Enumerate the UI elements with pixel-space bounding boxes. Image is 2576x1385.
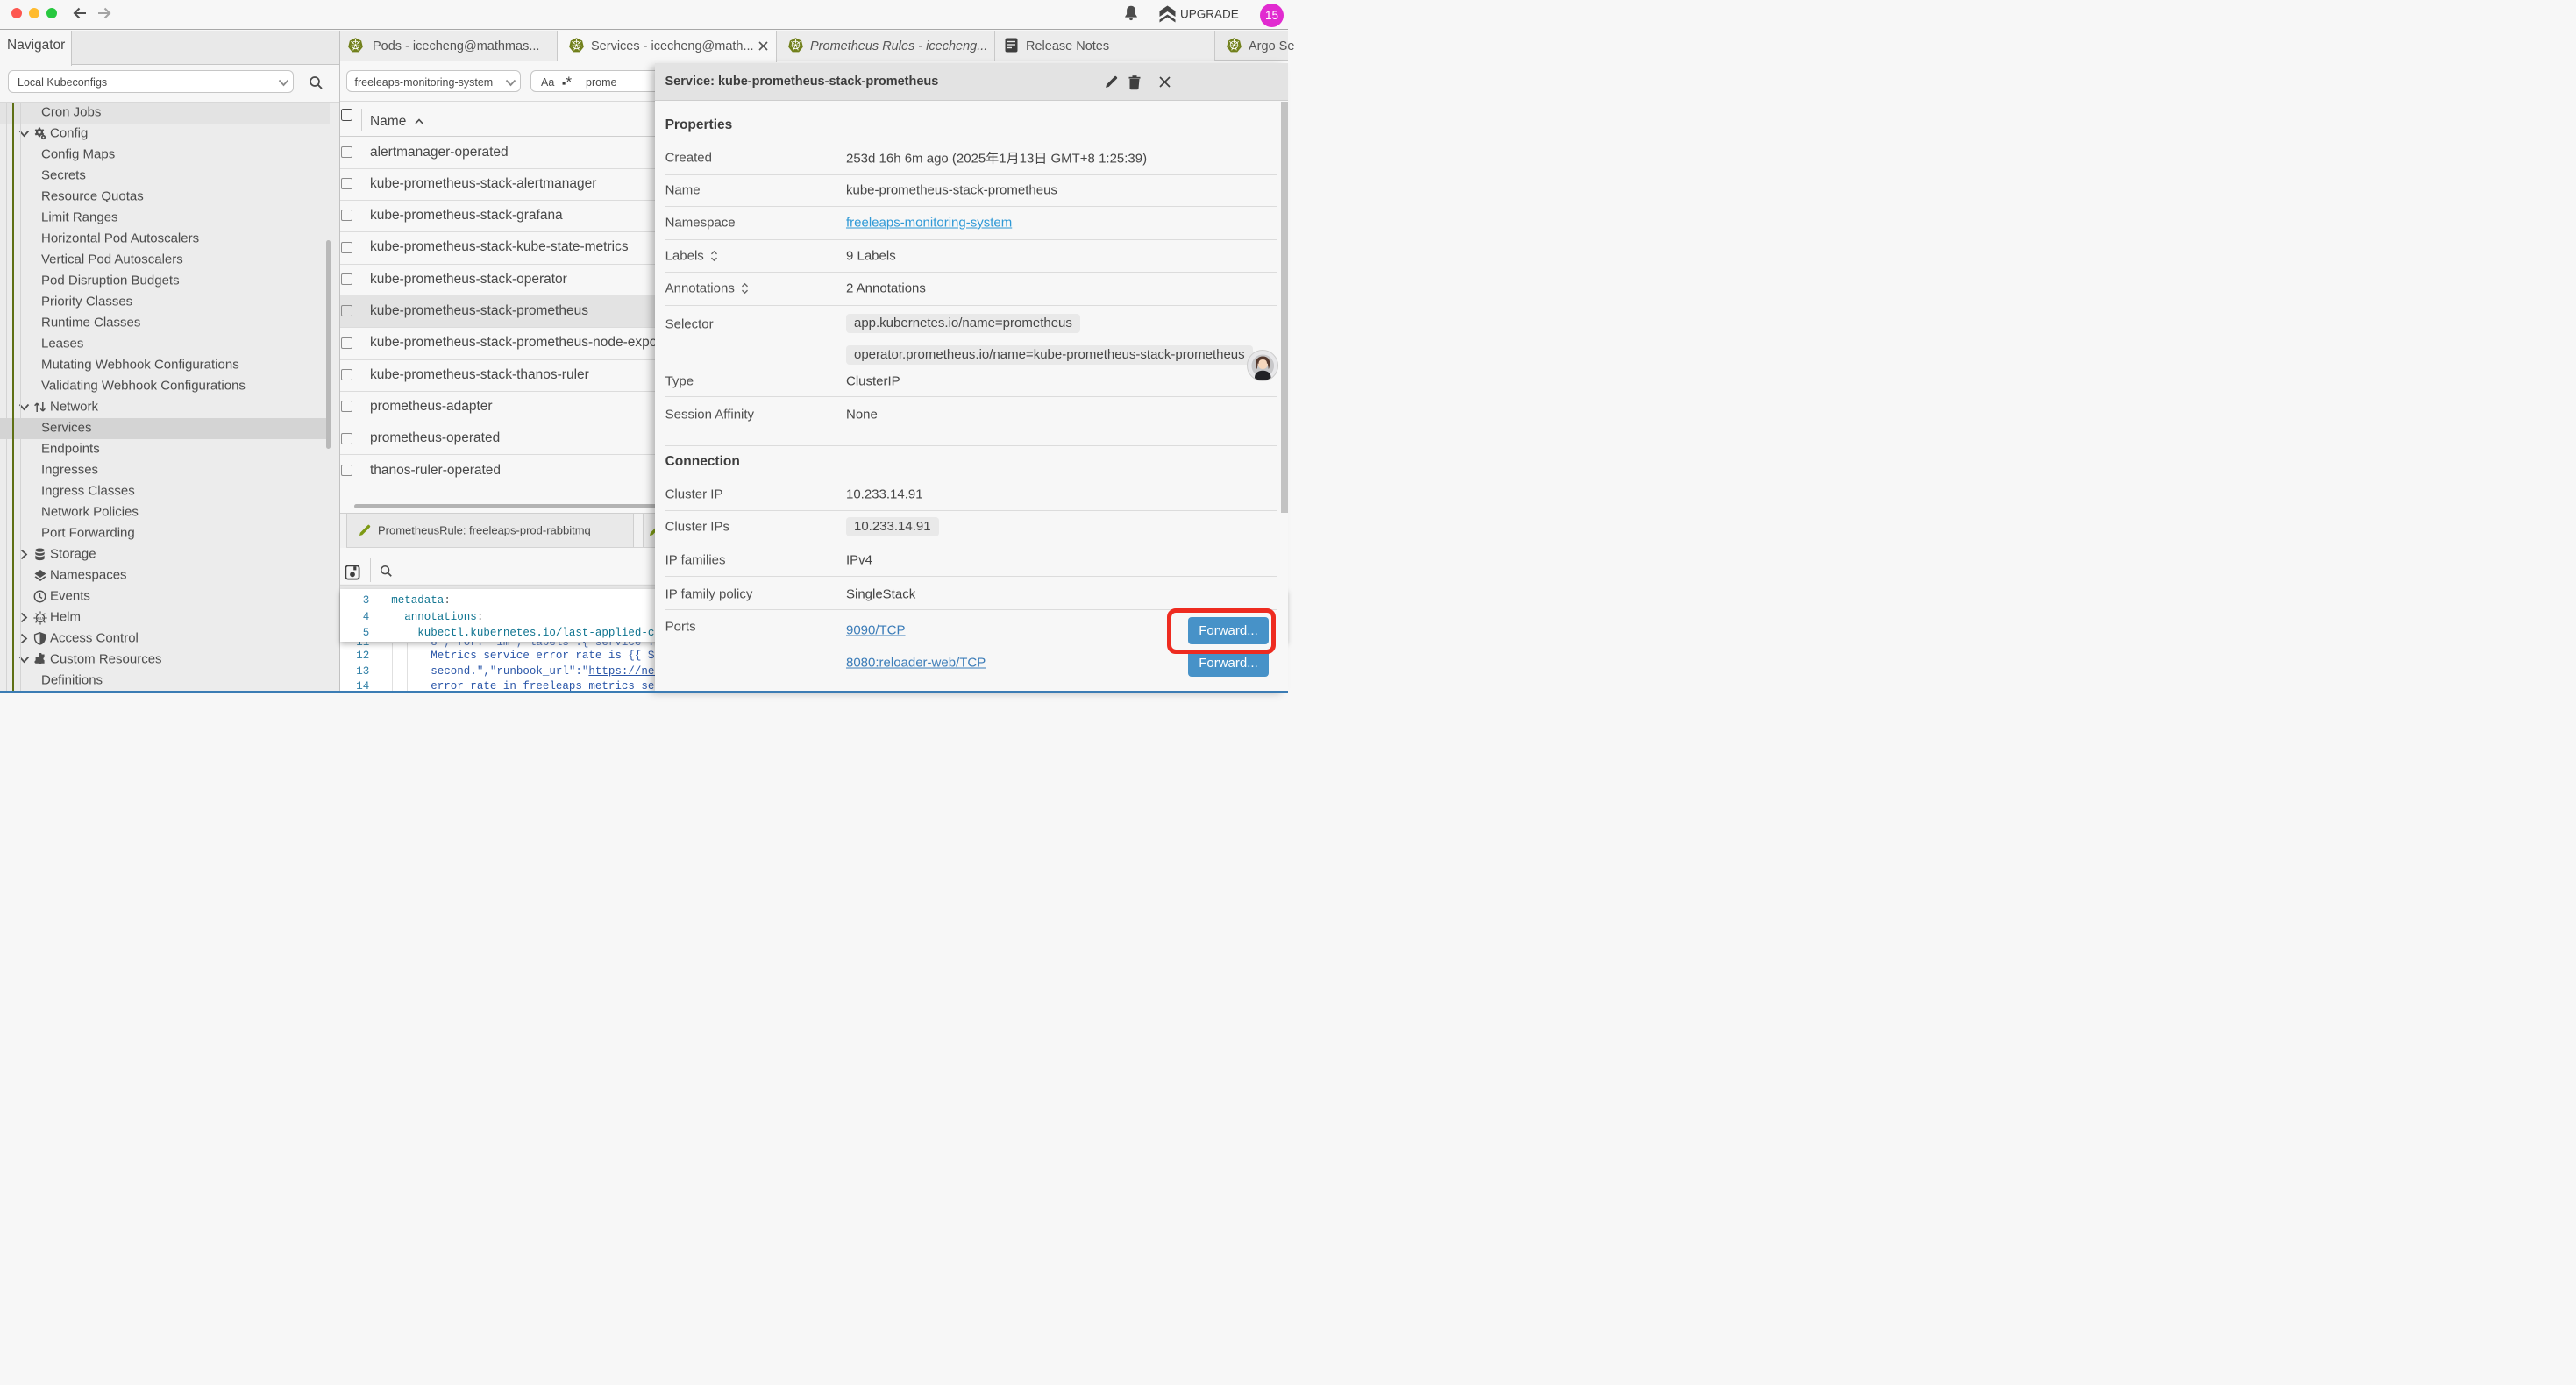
svg-text:HELM: HELM [36, 616, 45, 620]
